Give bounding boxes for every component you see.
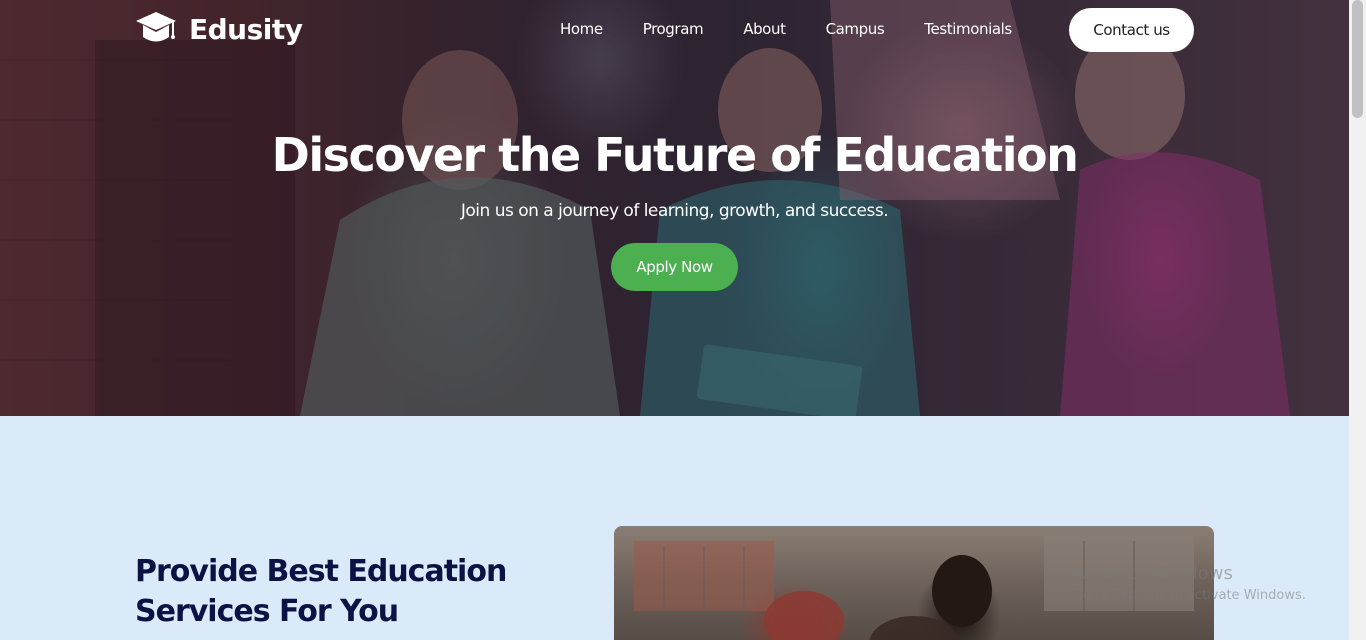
nav-link-about[interactable]: About xyxy=(743,20,786,38)
top-navbar: Edusity Home Program About Campus Testim… xyxy=(0,0,1349,62)
graduation-cap-icon xyxy=(136,12,176,42)
hero-title: Discover the Future of Education xyxy=(271,128,1079,182)
watermark-title: Activate Windows xyxy=(1073,563,1233,584)
services-heading: Provide Best Education Services For You xyxy=(135,552,555,632)
scrollbar-thumb[interactable] xyxy=(1352,0,1363,118)
brand-name: Edusity xyxy=(189,12,303,46)
nav-link-testimonials[interactable]: Testimonials xyxy=(924,20,1012,38)
nav-links: Home Program About Campus Testimonials xyxy=(560,20,1012,38)
vertical-scrollbar[interactable] xyxy=(1349,0,1366,640)
services-heading-line-1: Provide Best Education xyxy=(135,554,507,589)
windows-activation-watermark: Activate Windows Go to Settings to activ… xyxy=(1073,563,1306,603)
services-heading-line-2: Services For You xyxy=(135,594,399,629)
contact-us-button[interactable]: Contact us xyxy=(1069,8,1194,52)
services-section: Provide Best Education Services For You xyxy=(0,416,1349,640)
hero-subtitle: Join us on a journey of learning, growth… xyxy=(460,201,889,221)
nav-link-program[interactable]: Program xyxy=(643,20,704,38)
apply-now-button[interactable]: Apply Now xyxy=(611,243,738,291)
watermark-subtitle: Go to Settings to activate Windows. xyxy=(1073,588,1306,603)
nav-link-campus[interactable]: Campus xyxy=(826,20,885,38)
nav-link-home[interactable]: Home xyxy=(560,20,603,38)
brand-logo[interactable]: Edusity xyxy=(135,10,303,48)
hero-section: Edusity Home Program About Campus Testim… xyxy=(0,0,1349,416)
